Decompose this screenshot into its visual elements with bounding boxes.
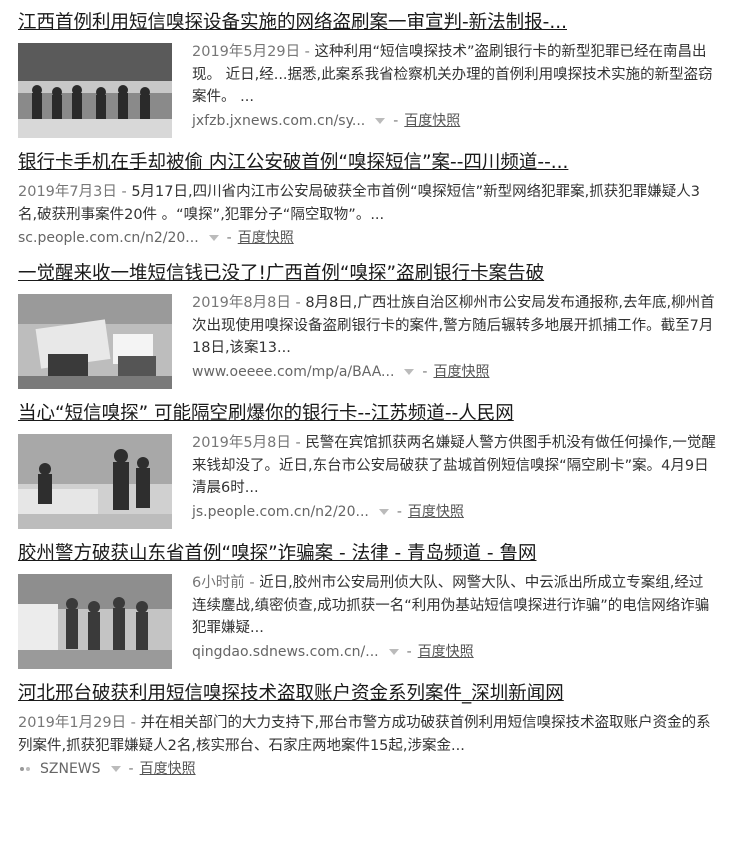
result-abstract: 2019年1月29日 - 并在相关部门的大力支持下,邢台市警方成功破获首例利用短… [18,712,717,757]
result-source-url: www.oeeee.com/mp/a/BAA... [192,363,395,380]
result-source-name: SZNEWS [40,761,101,777]
separator: - [300,44,315,60]
result-source-url: qingdao.sdnews.com.cn/... [192,643,379,660]
result-snippet: 近日,胶州市公安局刑侦大队、网警大队、中云派出所成立专案组,经过连续鏖战,缜密侦… [192,575,710,636]
result-date: 6小时前 [192,575,245,591]
result-date: 2019年1月29日 [18,715,127,731]
result-source-line: qingdao.sdnews.com.cn/... - 百度快照 [192,641,717,663]
snapshot-link[interactable]: 百度快照 [238,227,294,249]
search-result: 当心“短信嗅探” 可能隔空刷爆你的银行卡--江苏频道--人民网 2019年5月8… [18,401,717,529]
separator: - [422,363,428,380]
search-result: 银行卡手机在手却被偷 内江公安破首例“嗅探短信”案--四川频道--... 201… [18,150,717,249]
result-thumbnail[interactable] [18,434,172,529]
result-source-url: jxfzb.jxnews.com.cn/sy... [192,112,366,129]
search-result: 江西首例利用短信嗅探设备实施的网络盗刷案一审宣判-新法制报-... 2019年5… [18,10,717,138]
dropdown-caret-icon[interactable] [375,117,386,124]
result-source-line: sc.people.com.cn/n2/20... - 百度快照 [18,227,717,249]
separator: - [244,575,260,591]
separator: - [290,295,306,311]
result-source-line: jxfzb.jxnews.com.cn/sy... - 百度快照 [192,110,717,132]
result-abstract: 2019年8月8日 - 8月8日,广西壮族自治区柳州市公安局发布通报称,去年底,… [192,292,717,360]
sznews-logo-icon [20,767,30,771]
result-thumbnail[interactable] [18,294,172,389]
separator: - [290,435,306,451]
result-title-link[interactable]: 江西首例利用短信嗅探设备实施的网络盗刷案一审宣判-新法制报-... [18,10,717,36]
dropdown-caret-icon[interactable] [378,508,389,515]
search-results: 江西首例利用短信嗅探设备实施的网络盗刷案一审宣判-新法制报-... 2019年5… [0,0,735,780]
separator: - [393,112,399,129]
snapshot-link[interactable]: 百度快照 [408,501,464,523]
result-source-line: www.oeeee.com/mp/a/BAA... - 百度快照 [192,361,717,383]
separator: - [116,184,132,200]
result-title-link[interactable]: 河北邢台破获利用短信嗅探技术盗取账户资金系列案件_深圳新闻网 [18,681,717,707]
snapshot-link[interactable]: 百度快照 [418,641,474,663]
result-source-url: sc.people.com.cn/n2/20... [18,230,199,246]
result-abstract: 2019年5月8日 - 民警在宾馆抓获两名嫌疑人警方供图手机没有做任何操作,一觉… [192,432,717,500]
result-thumbnail[interactable] [18,574,172,669]
separator: - [126,715,141,731]
dropdown-caret-icon[interactable] [110,766,121,772]
dropdown-caret-icon[interactable] [208,235,219,241]
separator: - [406,643,412,660]
result-title-link[interactable]: 当心“短信嗅探” 可能隔空刷爆你的银行卡--江苏频道--人民网 [18,401,717,427]
result-date: 2019年8月8日 [192,295,291,311]
result-title-link[interactable]: 胶州警方破获山东省首例“嗅探”诈骗案 - 法律 - 青岛频道 - 鲁网 [18,541,717,567]
result-source-line: SZNEWS - 百度快照 [18,758,717,780]
snapshot-link[interactable]: 百度快照 [433,361,489,383]
result-source-url: js.people.com.cn/n2/20... [192,503,369,520]
result-date: 2019年5月8日 [192,435,291,451]
separator: - [128,761,134,777]
result-date: 2019年7月3日 [18,184,117,200]
snapshot-link[interactable]: 百度快照 [140,758,196,780]
result-abstract: 6小时前 - 近日,胶州市公安局刑侦大队、网警大队、中云派出所成立专案组,经过连… [192,572,717,640]
dropdown-caret-icon[interactable] [404,368,415,375]
separator: - [396,503,402,520]
result-thumbnail[interactable] [18,43,172,138]
result-date: 2019年5月29日 [192,44,301,60]
snapshot-link[interactable]: 百度快照 [404,110,460,132]
separator: - [226,230,232,246]
result-title-link[interactable]: 一觉醒来收一堆短信钱已没了!广西首例“嗅探”盗刷银行卡案告破 [18,261,717,287]
result-abstract: 2019年5月29日 - 这种利用“短信嗅探技术”盗刷银行卡的新型犯罪已经在南昌… [192,41,717,109]
result-abstract: 2019年7月3日 - 5月17日,四川省内江市公安局破获全市首例“嗅探短信”新… [18,181,717,226]
result-title-link[interactable]: 银行卡手机在手却被偷 内江公安破首例“嗅探短信”案--四川频道--... [18,150,717,176]
result-source-line: js.people.com.cn/n2/20... - 百度快照 [192,501,717,523]
search-result: 胶州警方破获山东省首例“嗅探”诈骗案 - 法律 - 青岛频道 - 鲁网 6小时前… [18,541,717,669]
search-result: 河北邢台破获利用短信嗅探技术盗取账户资金系列案件_深圳新闻网 2019年1月29… [18,681,717,780]
search-result: 一觉醒来收一堆短信钱已没了!广西首例“嗅探”盗刷银行卡案告破 2019年8月8日… [18,261,717,389]
dropdown-caret-icon[interactable] [388,648,399,655]
